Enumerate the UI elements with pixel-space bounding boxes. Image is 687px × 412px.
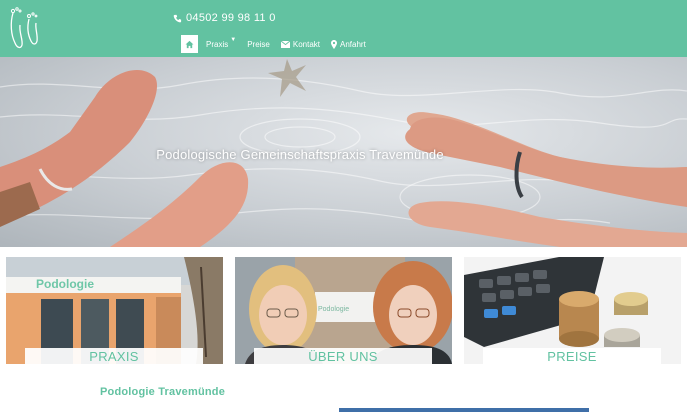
card-label: PREISE bbox=[483, 348, 661, 364]
site-header: 04502 99 98 11 0 Praxis ▼ Preise Kontakt bbox=[0, 0, 687, 57]
card-label: PRAXIS bbox=[25, 348, 203, 364]
map-marker-icon bbox=[331, 39, 338, 49]
hero-title: Podologische Gemeinschaftspraxis Travemü… bbox=[156, 147, 444, 162]
nav-item-kontakt[interactable]: Kontakt bbox=[280, 39, 321, 49]
hero-banner: Podologische Gemeinschaftspraxis Travemü… bbox=[0, 57, 687, 247]
card-label: ÜBER UNS bbox=[254, 348, 432, 364]
nav-label: Anfahrt bbox=[340, 39, 366, 49]
card-preise[interactable]: PREISE bbox=[464, 257, 681, 364]
nav-label: Praxis bbox=[206, 39, 229, 49]
home-icon bbox=[185, 40, 194, 48]
phone-number[interactable]: 04502 99 98 11 0 bbox=[173, 12, 276, 24]
phone-icon bbox=[173, 14, 182, 22]
nav-item-anfahrt[interactable]: Anfahrt bbox=[331, 39, 366, 49]
home-button[interactable] bbox=[181, 35, 198, 53]
section-heading: Podologie Travemünde bbox=[100, 386, 226, 398]
nav-label: Preise bbox=[247, 39, 270, 49]
nav-label: Kontakt bbox=[292, 39, 321, 49]
nav-item-preise[interactable]: Preise bbox=[247, 40, 270, 49]
card-ueber-uns[interactable]: Podologie ÜBER UNS bbox=[235, 257, 452, 364]
phone-text: 04502 99 98 11 0 bbox=[186, 12, 276, 24]
nav-item-praxis[interactable]: Praxis ▼ bbox=[206, 37, 237, 49]
caret-down-icon: ▼ bbox=[230, 37, 237, 43]
card-praxis[interactable]: Podologie PRAXIS bbox=[6, 257, 223, 364]
team-sign: Podologie bbox=[318, 306, 349, 313]
envelope-icon bbox=[280, 40, 290, 48]
content-image-edge bbox=[339, 408, 589, 412]
practice-sign: Podologie bbox=[36, 277, 94, 291]
feet-logo-icon[interactable] bbox=[7, 5, 41, 53]
main-nav: Praxis ▼ Preise Kontakt Anfahrt bbox=[181, 35, 377, 53]
